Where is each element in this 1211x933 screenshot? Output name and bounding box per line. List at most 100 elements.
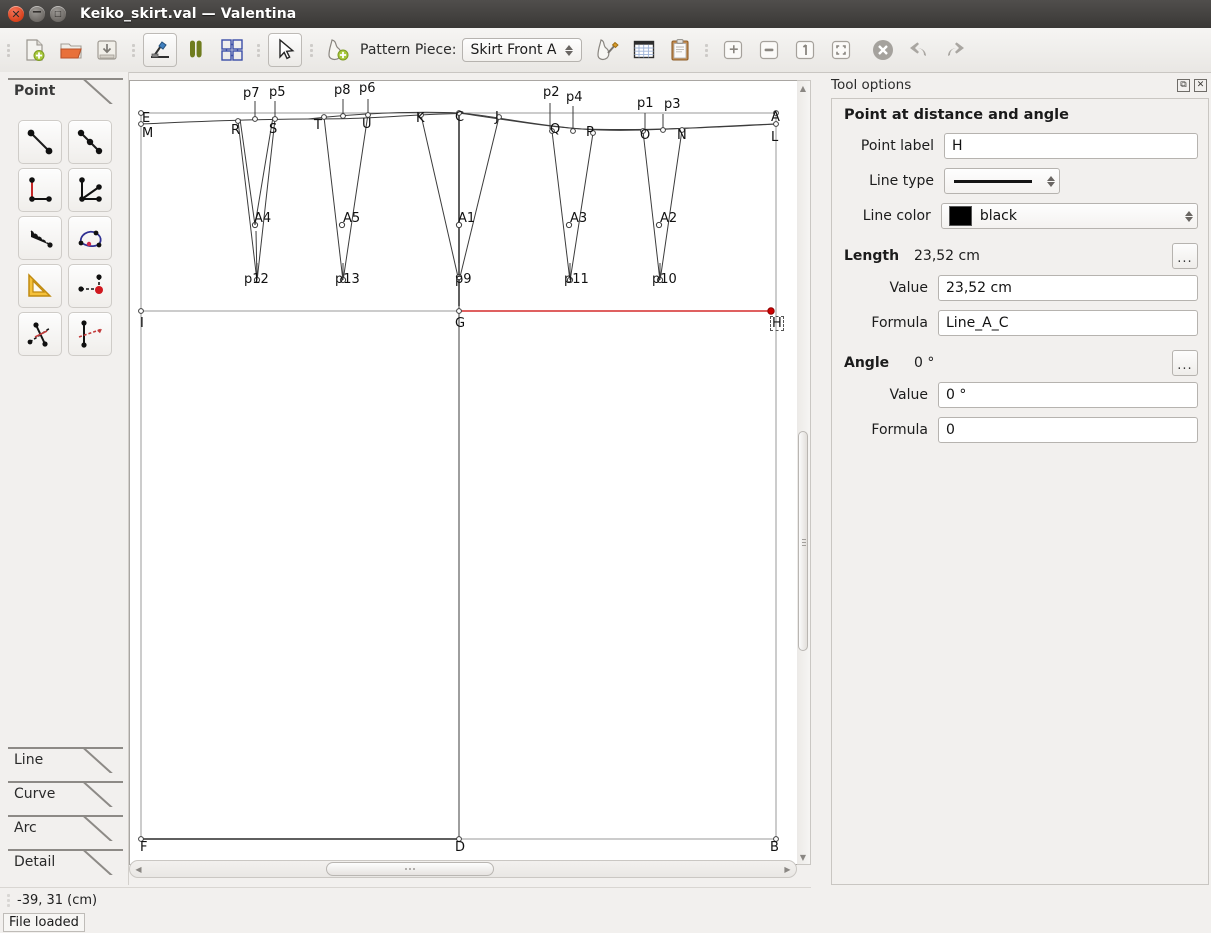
tool-point-on-curve[interactable] <box>68 216 112 260</box>
tool-point-of-contact[interactable] <box>18 216 62 260</box>
point-tool-grid <box>0 106 128 356</box>
draw-mode-button[interactable] <box>143 33 177 67</box>
pattern-piece-value: Skirt Front A <box>470 42 556 58</box>
tool-point-intersect-arcs[interactable] <box>68 312 112 356</box>
zoom-original-button[interactable] <box>788 33 822 67</box>
angle-formula-caption: Formula <box>842 422 928 438</box>
details-mode-button[interactable] <box>179 33 213 67</box>
length-formula-editor-button[interactable]: ... <box>1172 243 1198 269</box>
save-pattern-button[interactable] <box>90 33 124 67</box>
toolbar-grip-3[interactable] <box>254 39 263 61</box>
close-icon: ✕ <box>8 6 24 22</box>
length-formula-row: Formula Line_A_C <box>842 310 1198 336</box>
canvas-horizontal-scrollbar[interactable]: ◀ ▶ <box>129 860 797 878</box>
tool-point-of-intersection[interactable] <box>68 168 112 212</box>
stop-button[interactable] <box>866 33 900 67</box>
zoom-out-button[interactable] <box>752 33 786 67</box>
length-formula-input[interactable]: Line_A_C <box>938 310 1198 336</box>
scroll-right-arrow-icon[interactable]: ▶ <box>782 864 793 875</box>
pattern-piece-select[interactable]: Skirt Front A <box>462 38 582 62</box>
angle-value-row: Value 0 ° <box>842 382 1198 408</box>
tool-true-darts[interactable] <box>18 312 62 356</box>
line-type-chevron-icon[interactable] <box>1044 170 1057 192</box>
angle-value-input[interactable]: 0 ° <box>938 382 1198 408</box>
window-minimize-button[interactable]: − <box>29 6 45 22</box>
table-of-variables-button[interactable] <box>627 33 661 67</box>
window-title: Keiko_skirt.val — Valentina <box>80 6 296 22</box>
angle-value-caption: Value <box>842 387 928 403</box>
coordinates-bar: -39, 31 (cm) <box>0 887 811 912</box>
length-display-value: 23,52 cm <box>914 248 1172 264</box>
tool-options-title-bar: Tool options ⧉ ✕ <box>831 74 1209 96</box>
tool-options-section-title: Point at distance and angle <box>844 107 1198 123</box>
vertical-scroll-thumb[interactable] <box>798 431 808 651</box>
maximize-icon: □ <box>50 6 66 22</box>
scroll-left-arrow-icon[interactable]: ◀ <box>133 864 144 875</box>
pattern-piece-label: Pattern Piece: <box>360 42 456 58</box>
arrow-pointer-icon <box>272 37 298 63</box>
toolbox-tab-curve[interactable]: Curve <box>0 779 128 809</box>
line-type-select[interactable] <box>944 168 1060 194</box>
line-type-caption: Line type <box>842 173 934 189</box>
length-value-input[interactable]: 23,52 cm <box>938 275 1198 301</box>
window-controls: ✕ − □ <box>0 6 66 22</box>
horizontal-scroll-thumb[interactable] <box>326 862 494 876</box>
new-pattern-button[interactable] <box>18 33 52 67</box>
history-button[interactable] <box>663 33 697 67</box>
point-line-icon <box>23 125 57 159</box>
angle-value-text: 0 ° <box>946 387 966 403</box>
scroll-down-arrow-icon[interactable]: ▼ <box>798 851 808 863</box>
zoom-fit-button[interactable] <box>824 33 858 67</box>
chevron-updown-icon[interactable] <box>563 39 576 61</box>
tool-point-along-line[interactable] <box>68 120 112 164</box>
toolbar-grip-5[interactable] <box>702 39 711 61</box>
open-folder-icon <box>58 37 84 63</box>
tool-point-along-perpendicular[interactable] <box>18 168 62 212</box>
close-dock-icon[interactable]: ✕ <box>1194 79 1207 92</box>
toolbox-tab-arc[interactable]: Arc <box>0 813 128 843</box>
canvas-vertical-scrollbar[interactable]: ▲ ▼ <box>797 80 811 865</box>
toolbox-tab-line-label: Line <box>14 752 43 768</box>
window-maximize-button[interactable]: □ <box>50 6 66 22</box>
new-document-icon <box>22 37 48 63</box>
cursor-coordinates: -39, 31 (cm) <box>17 893 97 908</box>
redo-arrow-icon <box>942 37 968 63</box>
window-close-button[interactable]: ✕ <box>8 6 24 22</box>
line-color-select[interactable]: black <box>941 203 1198 229</box>
undo-button[interactable] <box>902 33 936 67</box>
scroll-up-arrow-icon[interactable]: ▲ <box>798 82 808 94</box>
valentina-window: ✕ − □ Keiko_skirt.val — Valentina <box>0 0 1211 933</box>
angle-formula-row: Formula 0 <box>842 417 1198 443</box>
tool-point-at-distance-and-angle[interactable] <box>18 120 62 164</box>
open-pattern-button[interactable] <box>54 33 88 67</box>
toolbar-grip-4[interactable] <box>307 39 316 61</box>
zoom-in-button[interactable] <box>716 33 750 67</box>
angle-formula-input[interactable]: 0 <box>938 417 1198 443</box>
pattern-canvas[interactable]: .pt{fill:#fff;stroke:#3c3c3c;stroke-widt… <box>129 80 811 865</box>
layout-mode-button[interactable] <box>215 33 249 67</box>
add-pattern-piece-icon <box>325 37 351 63</box>
new-pattern-piece-button[interactable] <box>321 33 355 67</box>
edit-pattern-piece-button[interactable] <box>591 33 625 67</box>
scroll-grip-icon <box>802 537 806 548</box>
point-along-line-icon <box>73 125 107 159</box>
toolbar-grip[interactable] <box>4 39 13 61</box>
line-color-chevron-icon[interactable] <box>1182 205 1195 227</box>
float-dock-icon[interactable]: ⧉ <box>1177 79 1190 92</box>
toolbox-tab-detail[interactable]: Detail <box>0 847 128 877</box>
toolbox-tab-point[interactable]: Point <box>0 76 128 106</box>
tool-point-intersect-axis[interactable] <box>68 264 112 308</box>
angle-header-row: Angle 0 ° ... <box>842 350 1198 376</box>
zoom-out-icon <box>757 38 781 62</box>
toolbox-tab-line[interactable]: Line <box>0 745 128 775</box>
toolbar-grip-2[interactable] <box>129 39 138 61</box>
angle-formula-editor-button[interactable]: ... <box>1172 350 1198 376</box>
zoom-original-icon <box>793 38 817 62</box>
line-color-value: black <box>980 208 1017 224</box>
pointer-tool-button[interactable] <box>268 33 302 67</box>
tool-special-point-on-shoulder[interactable] <box>18 264 62 308</box>
redo-button[interactable] <box>938 33 972 67</box>
tool-options-dock: Tool options ⧉ ✕ Point at distance and a… <box>831 74 1209 885</box>
point-label-input[interactable]: H <box>944 133 1198 159</box>
dock-buttons: ⧉ ✕ <box>1177 79 1209 92</box>
